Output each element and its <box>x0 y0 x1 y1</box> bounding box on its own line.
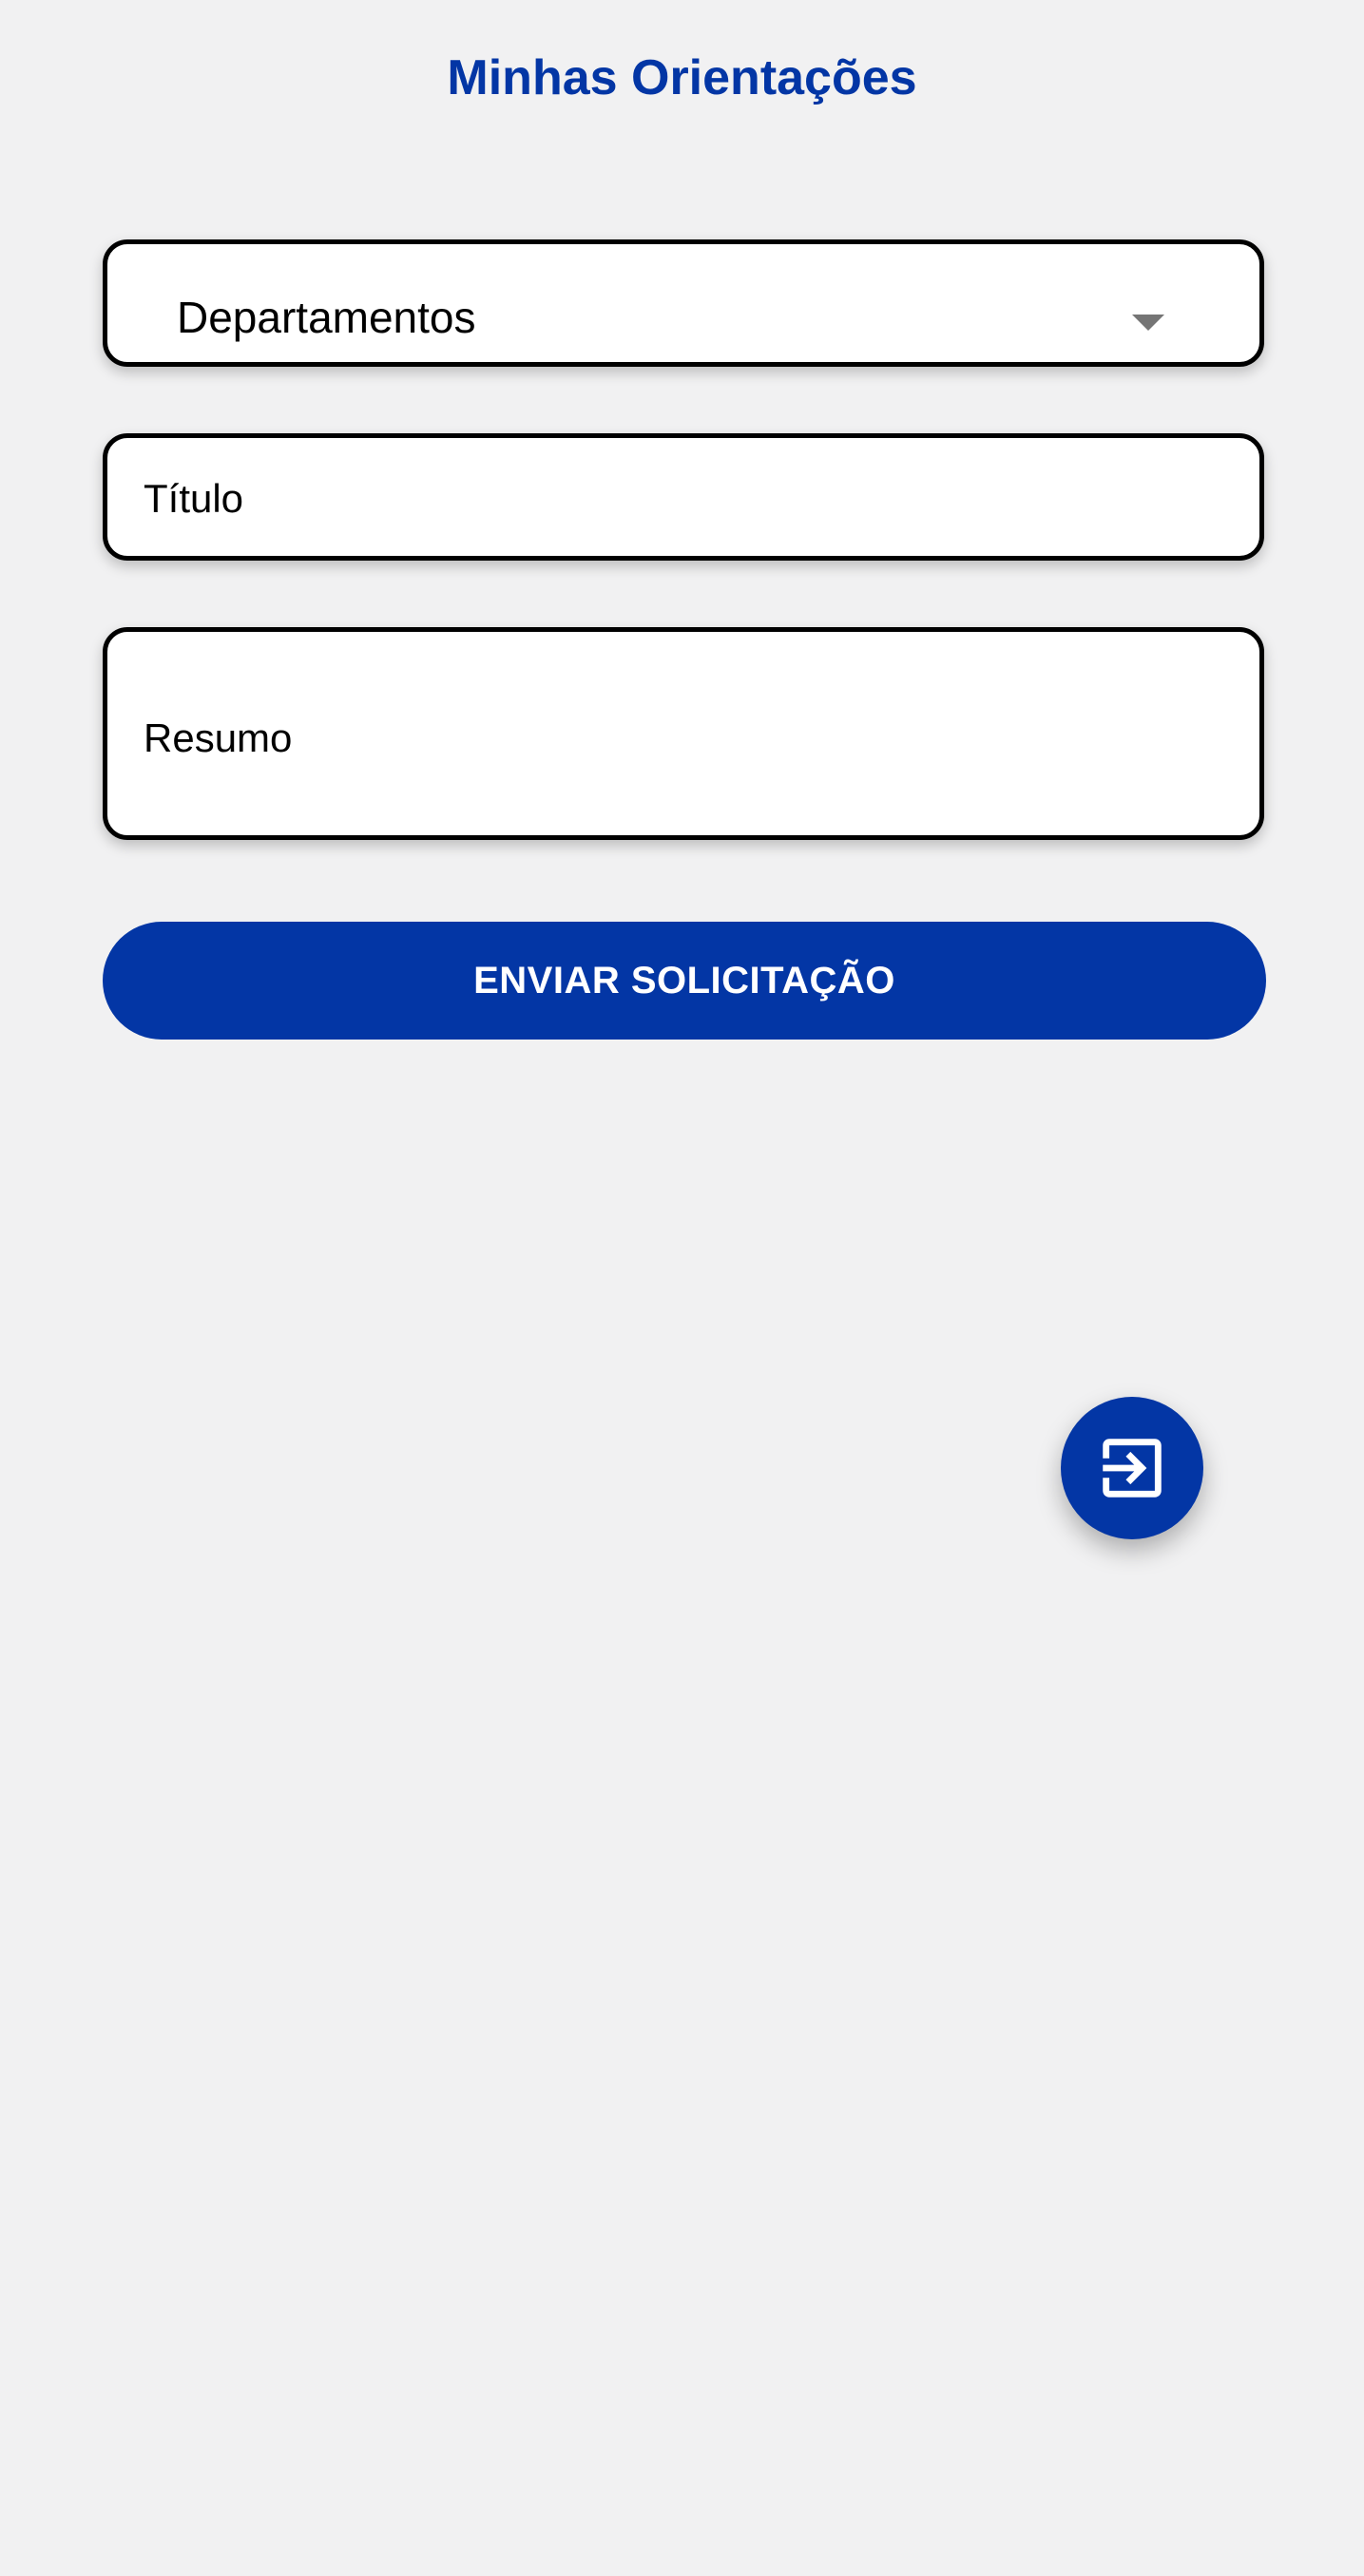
logout-fab-button[interactable] <box>1061 1397 1203 1539</box>
page-title: Minhas Orientações <box>447 50 917 105</box>
dropdown-arrow-icon <box>1132 315 1164 331</box>
title-input[interactable] <box>144 474 1223 524</box>
department-select-value: Departamentos <box>177 293 476 342</box>
submit-request-button[interactable]: ENVIAR SOLICITAÇÃO <box>103 922 1266 1040</box>
department-select[interactable]: Departamentos <box>103 239 1264 367</box>
title-field-container <box>103 433 1264 561</box>
summary-input[interactable] <box>144 714 1223 771</box>
summary-field-container <box>103 627 1264 840</box>
exit-to-app-icon <box>1103 1439 1162 1498</box>
